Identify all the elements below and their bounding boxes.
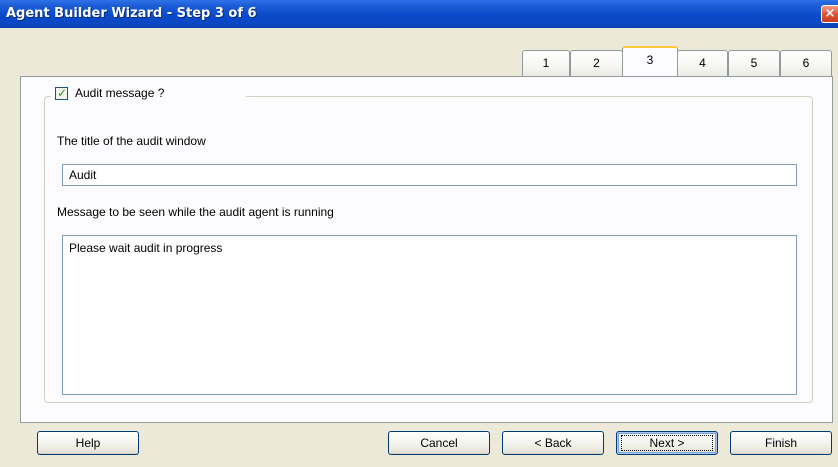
- cancel-button[interactable]: Cancel: [388, 431, 490, 455]
- audit-title-input[interactable]: Audit: [62, 164, 797, 186]
- audit-message-checkbox[interactable]: ✓: [55, 85, 68, 100]
- audit-message-checkbox-row[interactable]: ✓ Audit message ?: [51, 84, 246, 102]
- tab-panel: ✓ Audit message ? The title of the audit…: [20, 76, 833, 423]
- help-button[interactable]: Help: [37, 431, 139, 455]
- focus-ring: [621, 435, 713, 451]
- title-bar[interactable]: Agent Builder Wizard - Step 3 of 6 ×: [0, 0, 838, 28]
- tab-2[interactable]: 2: [570, 50, 623, 76]
- tab-5[interactable]: 5: [728, 50, 780, 76]
- checkmark-icon: ✓: [57, 85, 68, 100]
- back-button[interactable]: < Back: [502, 431, 604, 455]
- audit-title-label: The title of the audit window: [57, 134, 206, 148]
- tab-3[interactable]: 3: [622, 46, 678, 76]
- audit-message-text-label: Message to be seen while the audit agent…: [57, 205, 334, 219]
- tab-1[interactable]: 1: [522, 50, 570, 76]
- audit-message-label: Audit message ?: [75, 86, 165, 100]
- close-icon[interactable]: ×: [821, 5, 838, 23]
- audit-message-textarea[interactable]: Please wait audit in progress: [62, 235, 797, 395]
- next-button[interactable]: Next >: [616, 431, 718, 455]
- wizard-body: 1 2 3 4 5 6 ✓ Audit message ? The title …: [0, 28, 838, 467]
- window-title: Agent Builder Wizard - Step 3 of 6: [6, 6, 257, 21]
- tab-4[interactable]: 4: [677, 50, 728, 76]
- tab-6[interactable]: 6: [780, 50, 832, 76]
- finish-button[interactable]: Finish: [730, 431, 832, 455]
